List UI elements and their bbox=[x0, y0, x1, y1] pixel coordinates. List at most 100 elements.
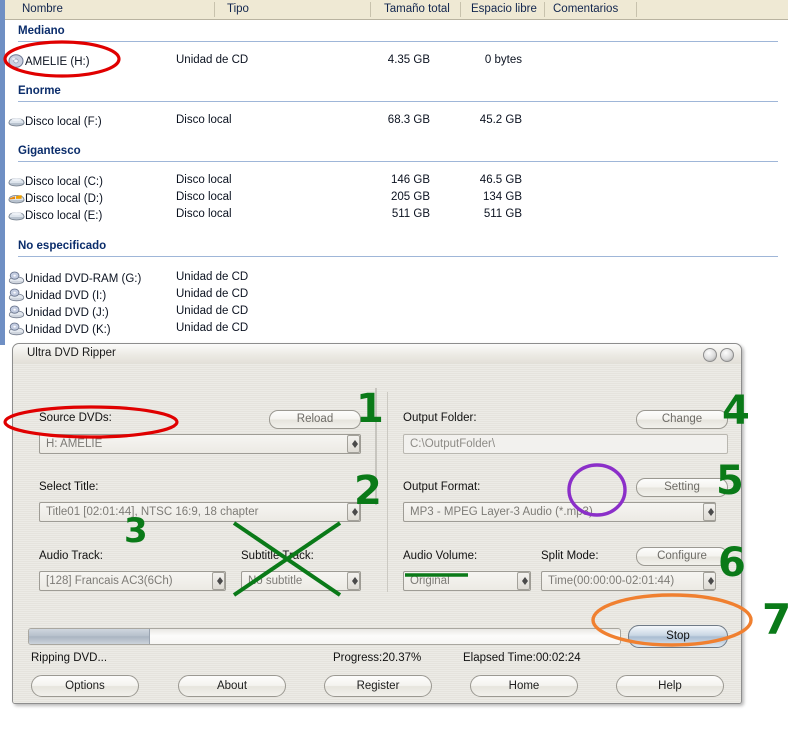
drive-name-cell[interactable]: Unidad DVD (K:) bbox=[8, 322, 111, 336]
help-button[interactable]: Help bbox=[616, 675, 724, 697]
drive-name-cell[interactable]: Disco local (F:) bbox=[8, 114, 102, 128]
drive-type-cell: Unidad de CD bbox=[176, 288, 249, 300]
subtitle-track-field[interactable]: No subtitle bbox=[241, 571, 361, 591]
output-format-spinner[interactable] bbox=[703, 503, 716, 521]
group-header-enorme[interactable]: Enorme bbox=[18, 85, 61, 97]
drive-name-text: Unidad DVD (J:) bbox=[25, 307, 109, 319]
column-divider[interactable] bbox=[636, 2, 637, 17]
drive-type-cell: Unidad de CD bbox=[176, 271, 249, 283]
output-folder-field[interactable]: C:\OutputFolder\ bbox=[403, 434, 728, 454]
window-titlebar[interactable]: Ultra DVD Ripper bbox=[13, 344, 741, 365]
progress-percent-text: Progress:20.37% bbox=[333, 652, 422, 664]
change-button[interactable]: Change bbox=[636, 410, 728, 429]
source-dvds-label: Source DVDs: bbox=[39, 412, 112, 424]
stop-button[interactable]: Stop bbox=[628, 625, 728, 648]
select-title-field[interactable]: Title01 [02:01:44], NTSC 16:9, 18 chapte… bbox=[39, 502, 361, 522]
audio-track-label: Audio Track: bbox=[39, 550, 103, 562]
group-rule bbox=[18, 161, 778, 162]
window-title: Ultra DVD Ripper bbox=[27, 347, 116, 359]
audio-track-field[interactable]: [128] Francais AC3(6Ch) bbox=[39, 571, 226, 591]
drive-name-cell[interactable]: Unidad DVD (J:) bbox=[8, 305, 109, 319]
group-header-gigantesco[interactable]: Gigantesco bbox=[18, 145, 81, 157]
split-mode-field[interactable]: Time(00:00:00-02:01:44) bbox=[541, 571, 715, 591]
home-button[interactable]: Home bbox=[470, 675, 578, 697]
drive-free-cell: 46.5 GB bbox=[479, 174, 522, 186]
column-header-comentarios[interactable]: Comentarios bbox=[553, 3, 618, 15]
drive-size-cell: 146 GB bbox=[391, 174, 430, 186]
drive-name-text: Unidad DVD (I:) bbox=[25, 290, 107, 302]
elapsed-time-text: Elapsed Time:00:02:24 bbox=[463, 652, 581, 664]
drive-name-cell[interactable]: Unidad DVD (I:) bbox=[8, 288, 106, 302]
column-divider[interactable] bbox=[460, 2, 461, 17]
drive-name-text: Disco local (E:) bbox=[25, 210, 103, 222]
register-button[interactable]: Register bbox=[324, 675, 432, 697]
drives-explorer-pane: Nombre Tipo Tamaño total Espacio libre C… bbox=[0, 0, 788, 345]
drive-type-cell: Unidad de CD bbox=[176, 54, 249, 66]
drive-name-cell[interactable]: Disco local (D:) bbox=[8, 191, 103, 205]
ultra-dvd-ripper-window: Ultra DVD Ripper Source DVDs: Reload H: … bbox=[12, 343, 742, 704]
drive-type-cell: Disco local bbox=[176, 174, 232, 186]
select-title-label: Select Title: bbox=[39, 481, 99, 493]
dvd-drive-icon bbox=[8, 288, 25, 302]
drive-type-cell: Unidad de CD bbox=[176, 322, 249, 334]
hard-disk-icon bbox=[8, 208, 25, 222]
status-text: Ripping DVD... bbox=[31, 652, 108, 664]
hard-disk-windows-icon bbox=[8, 191, 25, 205]
minimize-button[interactable] bbox=[703, 348, 717, 362]
group-rule bbox=[18, 41, 778, 42]
drive-name-text: AMELIE (H:) bbox=[25, 56, 90, 68]
column-header-row[interactable]: Nombre Tipo Tamaño total Espacio libre C… bbox=[5, 0, 788, 20]
source-dvds-field[interactable]: H: AMELIE bbox=[39, 434, 361, 454]
setting-button[interactable]: Setting bbox=[636, 478, 728, 497]
drive-name-text: Unidad DVD (K:) bbox=[25, 324, 111, 336]
audio-volume-spinner[interactable] bbox=[517, 572, 530, 590]
dvd-drive-icon bbox=[8, 271, 25, 285]
drive-name-text: Disco local (D:) bbox=[25, 193, 103, 205]
column-header-tamano-total[interactable]: Tamaño total bbox=[384, 3, 450, 15]
drive-free-cell: 45.2 GB bbox=[479, 114, 522, 126]
reload-button[interactable]: Reload bbox=[269, 410, 361, 429]
dvd-drive-icon bbox=[8, 305, 25, 319]
split-mode-label: Split Mode: bbox=[541, 550, 599, 562]
audio-track-spinner[interactable] bbox=[212, 572, 225, 590]
group-rule bbox=[18, 101, 778, 102]
drive-name-cell[interactable]: AMELIE (H:) bbox=[8, 54, 90, 68]
window-body: Source DVDs: Reload H: AMELIE Select Tit… bbox=[13, 364, 741, 703]
output-format-label: Output Format: bbox=[403, 481, 481, 493]
drive-size-cell: 68.3 GB bbox=[387, 114, 430, 126]
drive-free-cell: 511 GB bbox=[483, 208, 522, 220]
progress-bar bbox=[28, 628, 621, 645]
split-mode-spinner[interactable] bbox=[703, 572, 716, 590]
subtitle-track-spinner[interactable] bbox=[347, 572, 360, 590]
drive-type-cell: Disco local bbox=[176, 208, 232, 220]
drive-name-text: Unidad DVD-RAM (G:) bbox=[25, 273, 142, 285]
subtitle-track-label: Subtitle Track: bbox=[241, 550, 314, 562]
cd-drive-icon bbox=[8, 54, 25, 68]
about-button[interactable]: About bbox=[178, 675, 286, 697]
column-header-tipo[interactable]: Tipo bbox=[227, 3, 249, 15]
hard-disk-icon bbox=[8, 174, 25, 188]
drive-name-cell[interactable]: Disco local (C:) bbox=[8, 174, 103, 188]
hard-disk-icon bbox=[8, 114, 25, 128]
drive-free-cell: 134 GB bbox=[483, 191, 522, 203]
output-format-field[interactable]: MP3 - MPEG Layer-3 Audio (*.mp3) bbox=[403, 502, 716, 522]
audio-volume-label: Audio Volume: bbox=[403, 550, 478, 562]
column-divider[interactable] bbox=[544, 2, 545, 17]
progress-bar-fill bbox=[29, 629, 151, 644]
options-button[interactable]: Options bbox=[31, 675, 139, 697]
panel-divider bbox=[387, 392, 388, 592]
configure-button[interactable]: Configure bbox=[636, 547, 728, 566]
source-dvds-spinner[interactable] bbox=[347, 435, 360, 453]
drive-size-cell: 511 GB bbox=[391, 208, 430, 220]
audio-volume-field[interactable]: Original bbox=[403, 571, 531, 591]
column-divider[interactable] bbox=[214, 2, 215, 17]
select-title-spinner[interactable] bbox=[347, 503, 360, 521]
column-divider[interactable] bbox=[370, 2, 371, 17]
column-header-espacio-libre[interactable]: Espacio libre bbox=[471, 3, 537, 15]
drive-name-cell[interactable]: Disco local (E:) bbox=[8, 208, 102, 222]
column-header-nombre[interactable]: Nombre bbox=[22, 3, 63, 15]
close-button[interactable] bbox=[720, 348, 734, 362]
drive-name-cell[interactable]: Unidad DVD-RAM (G:) bbox=[8, 271, 141, 285]
group-header-no-especificado[interactable]: No especificado bbox=[18, 240, 106, 252]
group-header-mediano[interactable]: Mediano bbox=[18, 25, 65, 37]
